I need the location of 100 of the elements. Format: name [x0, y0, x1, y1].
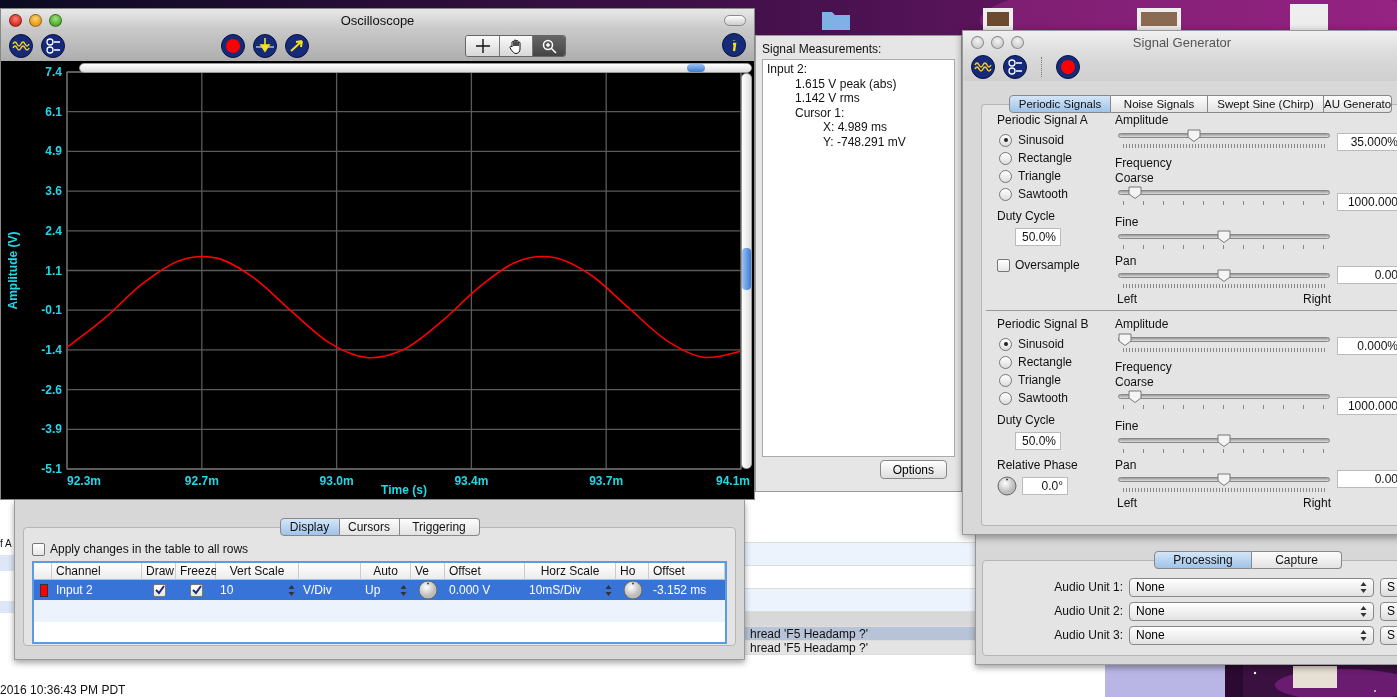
checkbox[interactable] — [152, 583, 166, 597]
radio-label: Sinusoid — [1018, 337, 1065, 351]
checkbox[interactable] — [189, 583, 203, 597]
input-field[interactable]: 35.000% — [1337, 133, 1397, 151]
measurement-text: 1.615 V peak (abs) — [794, 76, 898, 91]
slider-thumb[interactable] — [1217, 473, 1231, 486]
radio-button[interactable] — [999, 355, 1012, 369]
tab[interactable]: Periodic Signals — [1009, 95, 1111, 113]
slider-thumb[interactable] — [1127, 390, 1142, 403]
tab[interactable]: AU Generato — [1324, 95, 1393, 113]
knob[interactable] — [418, 580, 438, 600]
thumbnail-icon[interactable] — [983, 8, 1013, 30]
segmented-control[interactable] — [465, 35, 566, 57]
audio-unit-select[interactable]: None — [1129, 625, 1374, 645]
panel-title: Signal Measurements: — [761, 41, 883, 58]
slider-thumb[interactable] — [1118, 333, 1132, 346]
tick-label: -5.1 — [41, 462, 62, 476]
scrollbar[interactable] — [741, 73, 752, 469]
tab[interactable]: Capture — [1252, 551, 1342, 569]
radio-button[interactable] — [999, 337, 1012, 351]
close-button[interactable] — [9, 13, 22, 27]
input-field[interactable]: 0.00 — [1337, 470, 1397, 488]
knob[interactable] — [997, 476, 1017, 496]
axis-title: Time (s) — [381, 483, 427, 497]
tab[interactable]: Display — [279, 518, 340, 536]
pill-button[interactable] — [724, 14, 746, 26]
stepper-icon — [605, 584, 612, 596]
tool-button[interactable] — [532, 36, 565, 56]
settings-icon[interactable] — [1003, 55, 1027, 79]
input-field[interactable]: 0.00 — [1337, 266, 1397, 284]
info-icon[interactable] — [722, 32, 746, 57]
arrow-down-icon[interactable] — [253, 34, 277, 58]
radio-button[interactable] — [999, 187, 1012, 201]
tab[interactable]: Triggering — [399, 518, 480, 536]
input-field[interactable]: 50.0% — [1015, 228, 1061, 246]
side-button[interactable]: S — [1380, 625, 1397, 645]
input-field[interactable]: 0.000% — [1337, 337, 1397, 355]
slider-label: Pan — [1115, 254, 1138, 268]
audio-unit-select[interactable]: None — [1129, 577, 1374, 597]
zoom-button[interactable] — [49, 13, 62, 27]
slider-label: Left — [1117, 292, 1137, 306]
tab[interactable]: Processing — [1154, 551, 1252, 569]
knob[interactable] — [622, 580, 643, 600]
checkbox[interactable] — [997, 258, 1010, 272]
input-field[interactable]: 0.0° — [1022, 477, 1068, 495]
slider[interactable] — [1118, 473, 1330, 486]
close-button[interactable] — [971, 35, 984, 49]
radio-button[interactable] — [999, 391, 1012, 405]
tool-button[interactable] — [466, 36, 499, 56]
slider[interactable] — [1118, 230, 1330, 243]
minimize-button[interactable] — [991, 35, 1004, 49]
list-row[interactable]: hread 'F5 Headamp ?' — [745, 641, 975, 655]
table-cell: Up — [365, 583, 381, 597]
tab[interactable]: Cursors — [339, 518, 400, 536]
slider-label: Amplitude — [1115, 113, 1170, 127]
scrollbar[interactable] — [79, 63, 752, 73]
radio-button[interactable] — [999, 169, 1012, 183]
zoom-button[interactable] — [1011, 35, 1024, 49]
side-button[interactable]: S — [1380, 577, 1397, 597]
table-row[interactable]: Input 2 10 V/Div Up 0.000 V 10mS/Div -3.152 ms — [34, 580, 725, 600]
slider[interactable] — [1118, 333, 1330, 346]
minimize-button[interactable] — [29, 13, 42, 27]
thumbnail-icon[interactable] — [1290, 4, 1328, 30]
slider-thumb[interactable] — [1127, 186, 1142, 199]
slider-thumb[interactable] — [1187, 129, 1202, 142]
radio-button[interactable] — [999, 151, 1012, 165]
slider[interactable] — [1118, 390, 1330, 403]
tab[interactable]: Swept Sine (Chirp) — [1208, 95, 1324, 113]
record-icon[interactable] — [221, 34, 245, 58]
tool-button[interactable] — [499, 36, 532, 56]
thumbnail-icon[interactable] — [1137, 8, 1181, 30]
wave-icon[interactable] — [971, 55, 995, 79]
column-header: Ve — [411, 563, 445, 580]
tab[interactable]: Noise Signals — [1111, 95, 1208, 113]
slider-thumb[interactable] — [1217, 434, 1231, 447]
tick-label: 7.4 — [45, 65, 62, 79]
slider-label: Right — [1303, 292, 1331, 306]
input-field[interactable]: 1000.000 — [1337, 192, 1397, 211]
settings-icon[interactable] — [41, 34, 65, 58]
radio-button[interactable] — [999, 373, 1012, 387]
input-field[interactable]: 1000.000 — [1337, 396, 1397, 415]
audio-unit-select[interactable]: None — [1129, 601, 1374, 621]
wave-icon[interactable] — [9, 34, 33, 58]
input-field[interactable]: 50.0% — [1015, 432, 1061, 450]
radio-button[interactable] — [999, 133, 1012, 147]
list-row — [0, 555, 14, 571]
slider[interactable] — [1118, 434, 1330, 447]
slider[interactable] — [1118, 129, 1330, 142]
field-label: Audio Unit 3: — [1053, 628, 1123, 642]
slider[interactable] — [1118, 186, 1330, 199]
list-row[interactable]: hread 'F5 Headamp ?' — [745, 627, 975, 641]
slider-thumb[interactable] — [1217, 269, 1231, 282]
checkbox[interactable] — [32, 542, 45, 556]
slider-thumb[interactable] — [1217, 230, 1231, 243]
record-icon[interactable] — [1056, 55, 1080, 79]
side-button[interactable]: S — [1380, 601, 1397, 621]
thumbnail-icon[interactable] — [1293, 666, 1337, 688]
options-button[interactable]: Options — [879, 460, 947, 479]
slider-label: Fine — [1115, 419, 1140, 433]
slider[interactable] — [1118, 269, 1330, 282]
